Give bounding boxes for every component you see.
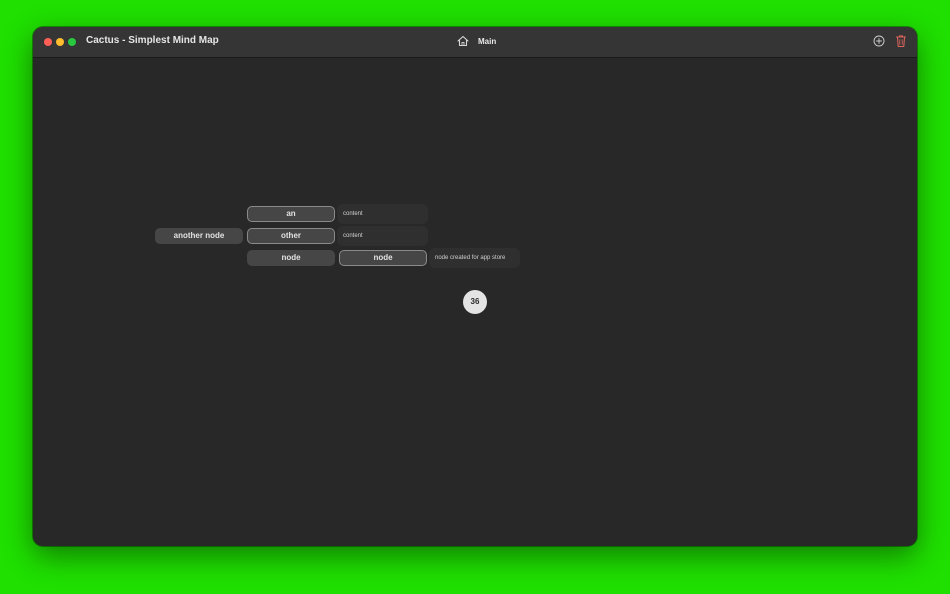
mind-map-canvas[interactable]: another node an content other content no… (33, 58, 917, 546)
app-window: Cactus - Simplest Mind Map Main another … (33, 27, 917, 546)
maximize-window-button[interactable] (68, 38, 76, 46)
node-root[interactable]: another node (155, 228, 243, 244)
plus-circle-icon[interactable] (873, 35, 885, 47)
home-icon[interactable] (457, 35, 469, 47)
close-window-button[interactable] (44, 38, 52, 46)
title-bar: Cactus - Simplest Mind Map Main (33, 27, 917, 58)
trash-icon[interactable] (895, 34, 907, 48)
node-other-content[interactable]: content (337, 226, 428, 246)
node-node-child-content[interactable]: node created for app store (429, 248, 520, 268)
app-title: Cactus - Simplest Mind Map (86, 35, 219, 46)
minimize-window-button[interactable] (56, 38, 64, 46)
node-count-badge[interactable]: 36 (463, 290, 487, 314)
breadcrumb-main[interactable]: Main (478, 37, 496, 46)
node-other[interactable]: other (247, 228, 335, 244)
node-an[interactable]: an (247, 206, 335, 222)
node-node-child[interactable]: node (339, 250, 427, 266)
node-node[interactable]: node (247, 250, 335, 266)
node-an-content[interactable]: content (337, 204, 428, 224)
